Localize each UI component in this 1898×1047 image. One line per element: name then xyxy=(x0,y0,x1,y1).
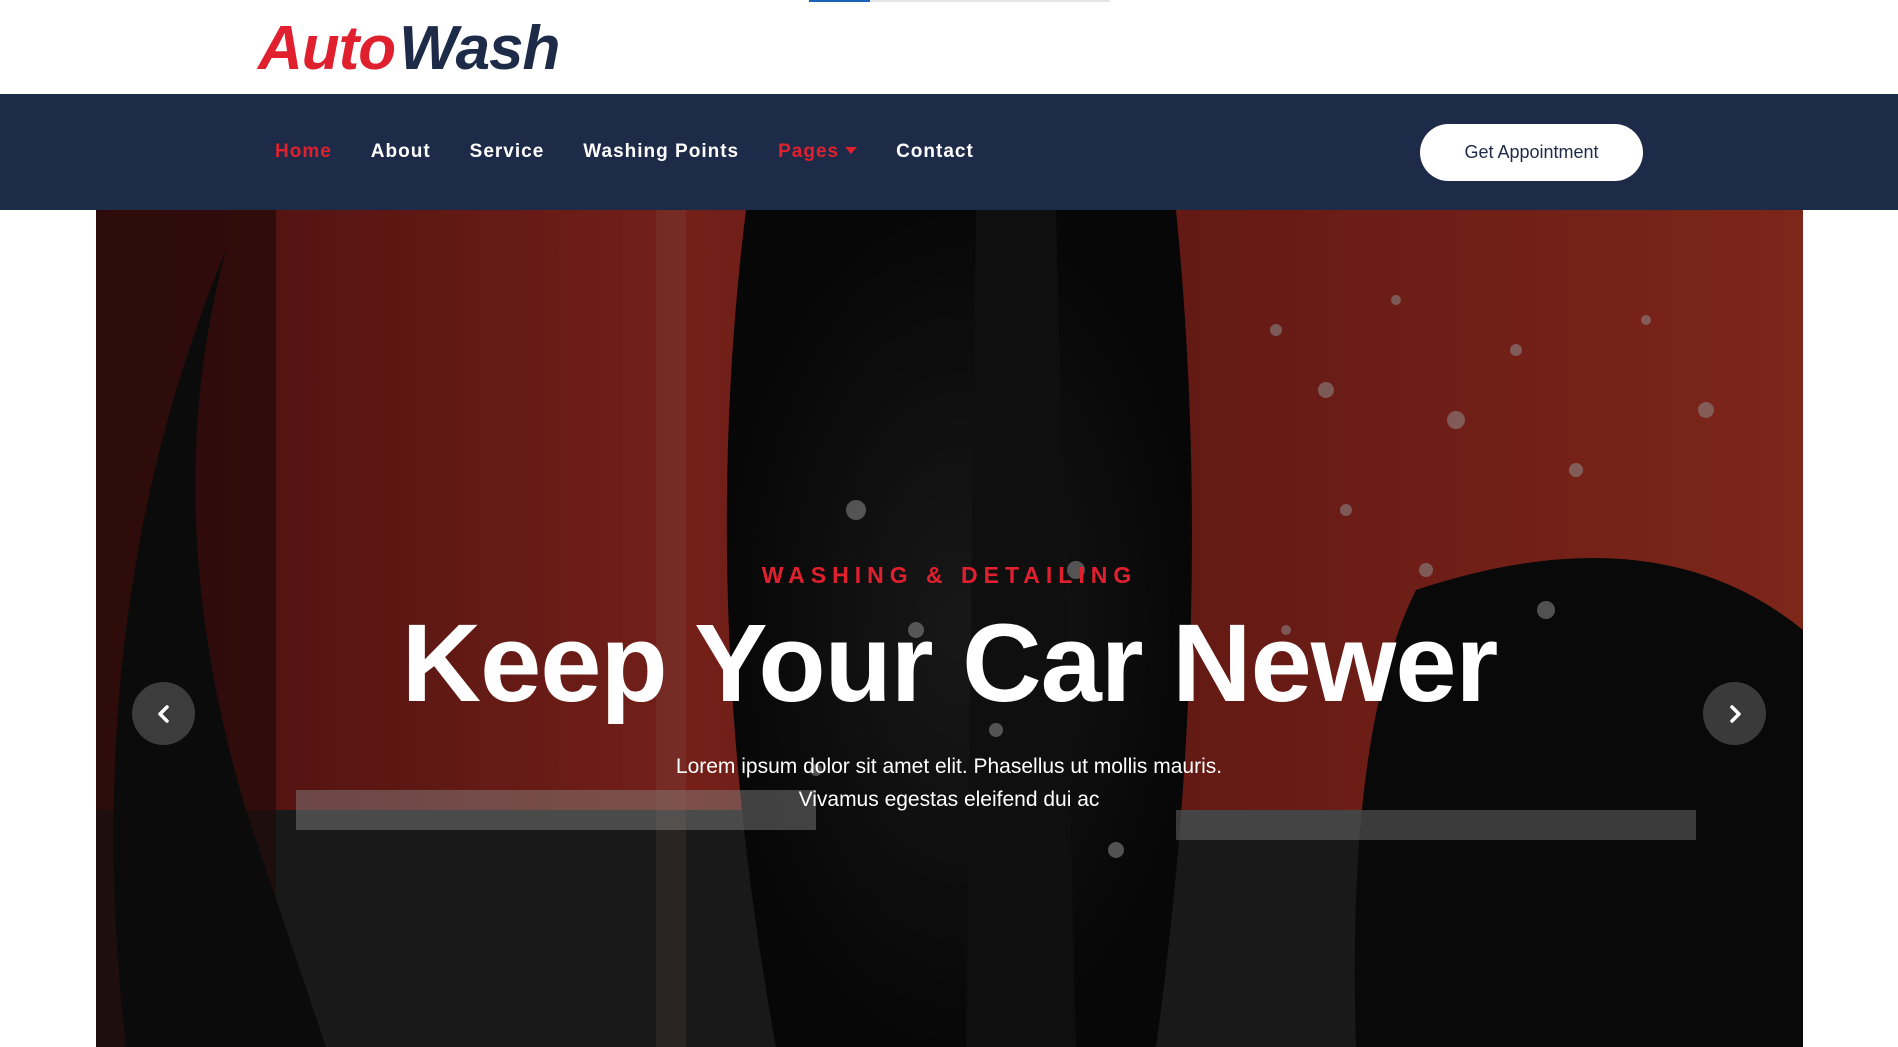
hero-title: Keep Your Car Newer xyxy=(401,602,1499,725)
site-logo[interactable]: AutoWash xyxy=(258,14,560,84)
chevron-left-icon xyxy=(157,704,169,723)
loading-indicator xyxy=(809,0,1110,2)
top-header: AutoWash xyxy=(0,0,1898,94)
caret-down-icon xyxy=(845,146,858,154)
carousel-next-button[interactable] xyxy=(1703,682,1766,745)
hero-carousel: WASHING & DETAILING Keep Your Car Newer … xyxy=(96,210,1803,1047)
nav-menu: Home About Service Washing Points Pages … xyxy=(275,94,1013,210)
carousel-prev-button[interactable] xyxy=(132,682,195,745)
get-appointment-button[interactable]: Get Appointment xyxy=(1420,124,1643,181)
nav-item-washing-points[interactable]: Washing Points xyxy=(583,141,739,163)
nav-item-service[interactable]: Service xyxy=(470,141,545,163)
hero-description-line2: Vivamus egestas eleifend dui ac xyxy=(798,788,1100,811)
hero-subtitle: WASHING & DETAILING xyxy=(761,562,1138,588)
logo-wash-text: Wash xyxy=(399,14,560,83)
chevron-right-icon xyxy=(1729,704,1741,723)
nav-item-pages-label: Pages xyxy=(778,141,840,162)
loading-indicator-progress xyxy=(809,0,870,2)
nav-item-pages[interactable]: Pages xyxy=(778,141,858,163)
hero-description: Lorem ipsum dolor sit amet elit. Phasell… xyxy=(649,750,1249,816)
hero-description-line1: Lorem ipsum dolor sit amet elit. Phasell… xyxy=(675,755,1223,778)
logo-auto-text: Auto xyxy=(258,14,396,83)
nav-item-home[interactable]: Home xyxy=(275,141,332,163)
nav-item-contact[interactable]: Contact xyxy=(896,141,974,163)
nav-item-about[interactable]: About xyxy=(371,141,431,163)
